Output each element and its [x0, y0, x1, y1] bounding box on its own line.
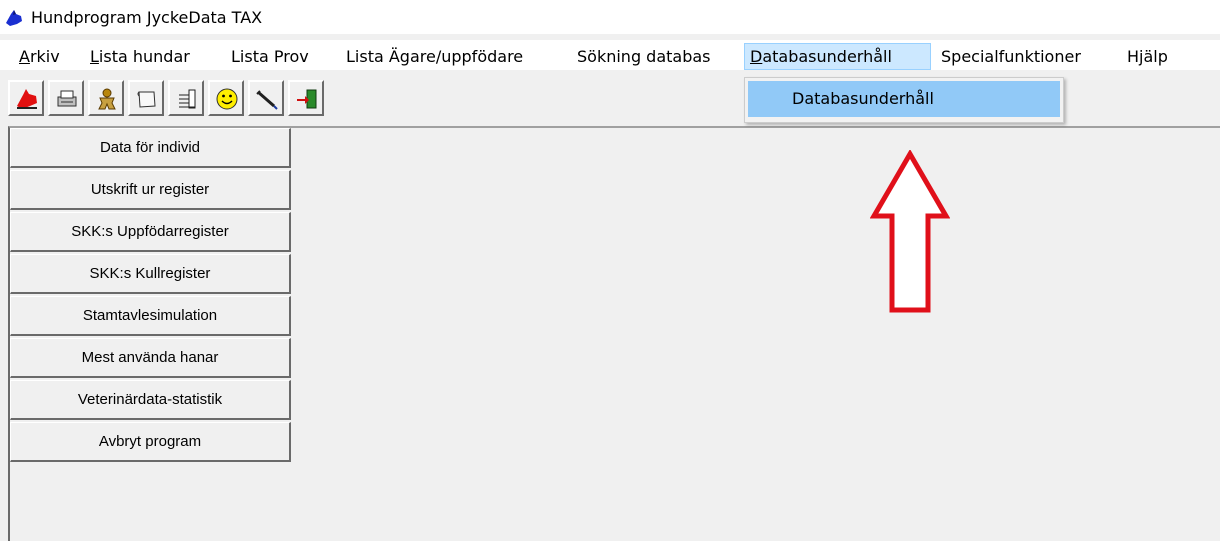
databasunderhall-dropdown: Databasunderhåll — [744, 77, 1064, 123]
menu-hjalp[interactable]: Hjälp — [1122, 43, 1173, 70]
dropdown-item-databasunderhall[interactable]: Databasunderhåll — [748, 81, 1060, 117]
toolbar-smiley-button[interactable] — [208, 80, 244, 116]
stamtavlesimulation-button[interactable]: Stamtavlesimulation — [10, 296, 291, 336]
printer-icon — [57, 90, 77, 107]
menu-databasunderhall[interactable]: Databasunderhåll — [744, 43, 931, 70]
person-icon — [98, 88, 116, 110]
menu-mnemonic: D — [750, 47, 763, 66]
smiley-icon — [216, 88, 238, 110]
up-arrow-annotation-icon — [870, 150, 950, 313]
exit-door-icon — [297, 89, 317, 109]
syringe-icon — [256, 90, 278, 110]
menu-sokning-databas[interactable]: Sökning databas — [572, 43, 716, 70]
menu-mnemonic: A — [19, 47, 30, 66]
toolbar-exit-button[interactable] — [288, 80, 324, 116]
menu-lista-prov[interactable]: Lista Prov — [226, 43, 314, 70]
uppfodarregister-button[interactable]: SKK:s Uppfödarregister — [10, 212, 291, 252]
avbryt-program-button[interactable]: Avbryt program — [10, 422, 291, 462]
data-for-individ-button[interactable]: Data för individ — [10, 128, 291, 168]
toolbar-syringe-button[interactable] — [248, 80, 284, 116]
dog-icon — [17, 89, 37, 109]
menu-label: atabasunderhåll — [762, 47, 892, 66]
menu-mnemonic: L — [90, 47, 99, 66]
toolbar-dog-button[interactable] — [8, 80, 44, 116]
document-icon — [137, 91, 156, 108]
window-title: Hundprogram JyckeData TAX — [31, 8, 263, 27]
dog-icon — [6, 10, 22, 26]
menu-arkiv[interactable]: Arkiv — [14, 43, 65, 70]
toolbar-list-button[interactable] — [168, 80, 204, 116]
veterinardata-statistik-button[interactable]: Veterinärdata-statistik — [10, 380, 291, 420]
list-icon — [179, 89, 196, 109]
menu-label: rkiv — [29, 47, 60, 66]
utskrift-register-button[interactable]: Utskrift ur register — [10, 170, 291, 210]
toolbar-person-button[interactable] — [88, 80, 124, 116]
menu-specialfunktioner[interactable]: Specialfunktioner — [936, 43, 1086, 70]
menu-lista-agare[interactable]: Lista Ägare/uppfödare — [341, 43, 528, 70]
kullregister-button[interactable]: SKK:s Kullregister — [10, 254, 291, 294]
toolbar-document-button[interactable] — [128, 80, 164, 116]
toolbar-print-button[interactable] — [48, 80, 84, 116]
title-bar: Hundprogram JyckeData TAX — [0, 0, 1220, 34]
mest-anvanda-hanar-button[interactable]: Mest använda hanar — [10, 338, 291, 378]
menu-label: ista hundar — [98, 47, 190, 66]
menu-lista-hundar[interactable]: Lista hundar — [85, 43, 195, 70]
